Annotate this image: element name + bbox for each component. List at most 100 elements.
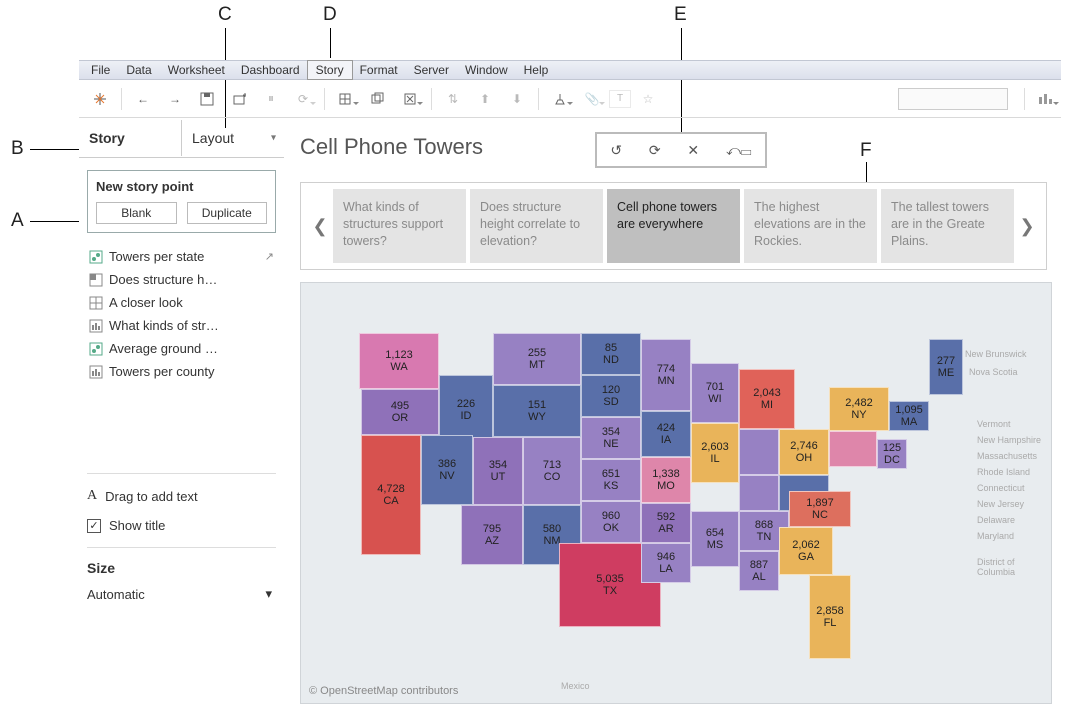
menu-server[interactable]: Server [406, 61, 457, 79]
story-point-4[interactable]: The highest elevations are in the Rockie… [744, 189, 877, 263]
sheet-label: A closer look [109, 295, 183, 310]
sort-asc-button[interactable]: ⬆ [470, 85, 500, 113]
state-IA[interactable]: 424IA [641, 411, 691, 457]
refresh-dropdown[interactable]: ⟳ [288, 85, 318, 113]
state-NV[interactable]: 386NV [421, 435, 473, 505]
tableau-logo-icon[interactable] [85, 85, 115, 113]
state-shape[interactable] [829, 431, 877, 467]
state-IL[interactable]: 2,603IL [691, 423, 739, 483]
sheet-item[interactable]: Does structure h… [87, 268, 276, 291]
sheet-item[interactable]: What kinds of str… [87, 314, 276, 337]
show-title-checkbox[interactable]: ✓ Show title [87, 518, 276, 533]
pin-button[interactable]: ☆ [633, 85, 663, 113]
checkbox-icon: ✓ [87, 519, 101, 533]
state-OK[interactable]: 960OK [581, 501, 641, 543]
new-datasource-button[interactable] [224, 85, 254, 113]
state-MT[interactable]: 255MT [493, 333, 581, 385]
state-NC[interactable]: 1,897NC [789, 491, 851, 527]
state-AZ[interactable]: 795AZ [461, 505, 523, 565]
state-UT[interactable]: 354UT [473, 437, 523, 505]
state-MI[interactable]: 2,043MI [739, 369, 795, 429]
state-ME[interactable]: 277ME [929, 339, 963, 395]
state-KS[interactable]: 651KS [581, 459, 641, 501]
undo-button[interactable]: ← [128, 85, 158, 113]
menu-story[interactable]: Story [308, 61, 352, 79]
redo-button[interactable]: → [160, 85, 190, 113]
save-as-new-icon[interactable]: ⤺▭ [726, 142, 752, 159]
highlight-button[interactable] [545, 85, 575, 113]
state-DC[interactable]: 125DC [877, 439, 907, 469]
state-FL[interactable]: 2,858FL [809, 575, 851, 659]
state-WI[interactable]: 701WI [691, 363, 739, 423]
clear-button[interactable] [395, 85, 425, 113]
delete-icon[interactable]: ✕ [687, 142, 699, 159]
mexico-label: Mexico [561, 681, 590, 691]
text-button[interactable]: T [609, 90, 631, 108]
size-dropdown[interactable]: Automatic ▾ [87, 586, 276, 602]
menu-help[interactable]: Help [516, 61, 557, 79]
sheet-item[interactable]: Towers per state↗ [87, 245, 276, 268]
duplicate-button[interactable] [363, 85, 393, 113]
state-OH[interactable]: 2,746OH [779, 429, 829, 475]
state-NY[interactable]: 2,482NY [829, 387, 889, 431]
story-point-2[interactable]: Does structure height correlate to eleva… [470, 189, 603, 263]
sort-desc-button[interactable]: ⬇ [502, 85, 532, 113]
callout-b: B [11, 138, 24, 160]
duplicate-button[interactable]: Duplicate [187, 202, 268, 224]
state-WY[interactable]: 151WY [493, 385, 581, 437]
caret-icon: ▾ [271, 132, 276, 143]
story-canvas: Cell Phone Towers ❮ What kinds of struct… [284, 118, 1061, 727]
menu-file[interactable]: File [83, 61, 118, 79]
state-MS[interactable]: 654MS [691, 511, 739, 567]
state-MN[interactable]: 774MN [641, 339, 691, 411]
menu-dashboard[interactable]: Dashboard [233, 61, 308, 79]
story-point-5[interactable]: The tallest towers are in the Greate Pla… [881, 189, 1014, 263]
state-shape[interactable] [739, 429, 779, 475]
sheet-label: What kinds of str… [109, 318, 219, 333]
nav-prev-button[interactable]: ❮ [307, 189, 333, 263]
drag-to-add-text[interactable]: A Drag to add text [87, 473, 276, 504]
state-GA[interactable]: 2,062GA [779, 527, 833, 575]
sheet-item[interactable]: Towers per county [87, 360, 276, 383]
state-NE[interactable]: 354NE [581, 417, 641, 459]
side-tab-story[interactable]: Story [79, 120, 181, 156]
menu-window[interactable]: Window [457, 61, 516, 79]
revert-icon[interactable]: ↺ [610, 142, 622, 159]
pause-button[interactable]: ⏸ [256, 85, 286, 113]
save-button[interactable] [192, 85, 222, 113]
state-MO[interactable]: 1,338MO [641, 457, 691, 503]
update-icon[interactable]: ⟳ [649, 142, 661, 159]
story-point-toolbar: ↺ ⟳ ✕ ⤺▭ [596, 133, 766, 167]
state-AR[interactable]: 592AR [641, 503, 691, 543]
state-SD[interactable]: 120SD [581, 375, 641, 417]
callout-a: A [11, 210, 24, 232]
callout-c: C [218, 4, 232, 26]
group-button[interactable]: 📎 [577, 85, 607, 113]
menu-format[interactable]: Format [352, 61, 406, 79]
story-point-1[interactable]: What kinds of structures support towers? [333, 189, 466, 263]
state-MA[interactable]: 1,095MA [889, 401, 929, 431]
state-shape[interactable] [739, 475, 779, 511]
state-LA[interactable]: 946LA [641, 543, 691, 583]
state-CA[interactable]: 4,728CA [361, 435, 421, 555]
nav-next-button[interactable]: ❯ [1014, 189, 1040, 263]
state-OR[interactable]: 495OR [361, 389, 439, 435]
menu-data[interactable]: Data [118, 61, 159, 79]
state-ND[interactable]: 85ND [581, 333, 641, 375]
new-worksheet-button[interactable] [331, 85, 361, 113]
sheet-item[interactable]: Average ground … [87, 337, 276, 360]
state-WA[interactable]: 1,123WA [359, 333, 439, 389]
search-box[interactable] [898, 88, 1008, 110]
story-point-3[interactable]: Cell phone towers are everywhere [607, 189, 740, 263]
state-AL[interactable]: 887AL [739, 551, 779, 591]
side-tab-layout[interactable]: Layout ▾ [181, 120, 284, 156]
blank-button[interactable]: Blank [96, 202, 177, 224]
sheet-item[interactable]: A closer look [87, 291, 276, 314]
map-region-label: Delaware [977, 515, 1015, 525]
swap-button[interactable]: ⇅ [438, 85, 468, 113]
map-viz[interactable]: 1,123WA495OR226ID255MT151WY4,728CA386NV3… [300, 282, 1052, 704]
menu-worksheet[interactable]: Worksheet [160, 61, 233, 79]
showme-button[interactable] [1031, 85, 1061, 113]
external-icon: ↗ [265, 250, 274, 263]
state-CO[interactable]: 713CO [523, 437, 581, 505]
